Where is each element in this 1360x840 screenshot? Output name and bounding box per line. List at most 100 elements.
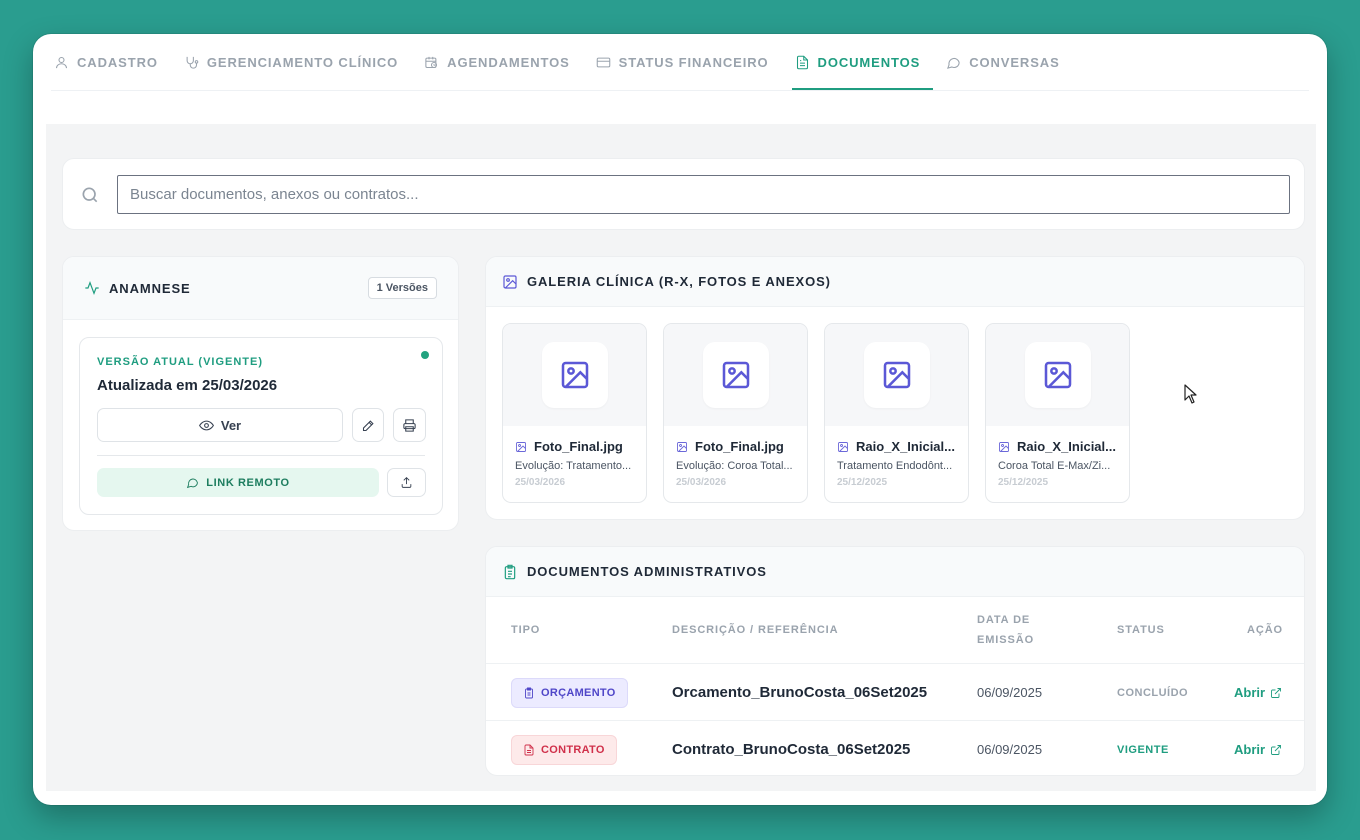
image-icon (838, 441, 848, 452)
gallery-item[interactable]: Raio_X_Inicial... Coroa Total E-Max/Zi..… (985, 323, 1130, 503)
tab-status-financeiro[interactable]: STATUS FINANCEIRO (593, 34, 782, 90)
admin-documents-title: DOCUMENTOS ADMINISTRATIVOS (527, 564, 767, 579)
current-version-card: VERSÃO ATUAL (VIGENTE) Atualizada em 25/… (79, 337, 443, 515)
table-row: CONTRATO Contrato_BrunoCosta_06Set2025 0… (486, 721, 1304, 775)
credit-card-icon (596, 57, 610, 67)
image-icon (677, 441, 687, 452)
document-icon (524, 744, 534, 755)
document-icon (796, 55, 808, 69)
admin-documents-header: DOCUMENTOS ADMINISTRATIVOS (486, 547, 1304, 597)
view-button[interactable]: Ver (97, 408, 343, 442)
printer-icon (403, 418, 416, 432)
remote-link-button[interactable]: LINK REMOTO (97, 468, 379, 497)
tab-label: STATUS FINANCEIRO (618, 54, 769, 70)
chat-bubble-icon (947, 57, 960, 69)
versions-badge: 1 Versões (367, 277, 437, 299)
open-document-link[interactable]: Abrir (1234, 721, 1282, 775)
document-description: Orcamento_BrunoCosta_06Set2025 (672, 684, 928, 701)
tab-gerenciamento-clinico[interactable]: GERENCIAMENTO CLÍNICO (181, 34, 411, 90)
image-icon (883, 361, 910, 389)
active-status-dot (421, 351, 429, 359)
tab-label: GERENCIAMENTO CLÍNICO (206, 54, 399, 70)
file-date: 25/12/2025 (837, 477, 888, 488)
image-icon (516, 441, 526, 452)
divider (97, 455, 425, 456)
user-icon (55, 56, 68, 68)
tab-documentos[interactable]: DOCUMENTOS (791, 34, 934, 90)
tab-label: DOCUMENTOS (817, 54, 921, 70)
content-area: ANAMNESE 1 Versões VERSÃO ATUAL (VIGENTE… (46, 124, 1316, 791)
image-icon (561, 361, 588, 389)
column-acao: AÇÃO (1247, 624, 1283, 636)
tab-label: AGENDAMENTOS (447, 54, 570, 70)
file-date: 25/12/2025 (998, 477, 1049, 488)
tab-cadastro[interactable]: CADASTRO (51, 34, 171, 90)
file-name: Foto_Final.jpg (515, 439, 643, 454)
thumbnail (503, 324, 646, 426)
admin-documents-card: DOCUMENTOS ADMINISTRATIVOS TIPO DESCRIÇÃ… (485, 546, 1305, 776)
search-icon (82, 187, 98, 203)
column-data-line2: EMISSÃO (977, 634, 1035, 646)
app-window: CADASTRO GERENCIAMENTO CLÍNICO AGENDAMEN… (33, 34, 1327, 805)
tab-conversas[interactable]: CONVERSAS (943, 34, 1072, 90)
eye-icon (198, 420, 214, 430)
file-date: 25/03/2026 (676, 477, 727, 488)
file-description: Tratamento Endodônt... (837, 460, 953, 472)
document-date: 06/09/2025 (977, 742, 1043, 757)
print-button[interactable] (393, 408, 426, 442)
column-tipo: TIPO (511, 624, 541, 636)
mouse-cursor-icon (1184, 384, 1197, 404)
gallery-header: GALERIA CLÍNICA (R-X, FOTOS E ANEXOS) (486, 257, 1304, 307)
type-badge-contrato: CONTRATO (511, 734, 617, 765)
file-description: Coroa Total E-Max/Zi... (998, 460, 1111, 472)
table-header: TIPO DESCRIÇÃO / REFERÊNCIA DATA DE EMIS… (486, 597, 1304, 664)
clipboard-icon (525, 687, 533, 698)
stethoscope-icon (186, 56, 199, 69)
gallery-item[interactable]: Foto_Final.jpg Evolução: Coroa Total... … (663, 323, 808, 503)
column-descricao: DESCRIÇÃO / REFERÊNCIA (672, 624, 839, 636)
updated-date: Atualizada em 25/03/2026 (97, 377, 278, 394)
table-row: ORÇAMENTO Orcamento_BrunoCosta_06Set2025… (486, 664, 1304, 721)
view-button-label: Ver (220, 417, 242, 433)
calendar-clock-icon (425, 56, 438, 68)
column-status: STATUS (1117, 624, 1165, 636)
gallery-title: GALERIA CLÍNICA (R-X, FOTOS E ANEXOS) (527, 274, 831, 289)
column-data-emissao: DATA DE EMISSÃO (977, 610, 1034, 650)
image-icon (1044, 361, 1071, 389)
file-description: Evolução: Tratamento... (515, 460, 632, 472)
gallery-tiles: Foto_Final.jpg Evolução: Tratamento... 2… (502, 323, 1130, 503)
open-document-link[interactable]: Abrir (1234, 664, 1282, 721)
type-badge-orcamento: ORÇAMENTO (511, 677, 628, 708)
thumbnail (664, 324, 807, 426)
tab-label: CADASTRO (77, 54, 158, 70)
image-icon (503, 274, 517, 289)
pencil-icon (362, 419, 374, 431)
image-icon (999, 441, 1009, 452)
file-date: 25/03/2026 (515, 477, 566, 488)
tab-bar: CADASTRO GERENCIAMENTO CLÍNICO AGENDAMEN… (51, 34, 1309, 91)
file-name: Raio_X_Inicial... (837, 439, 965, 454)
column-data-line1: DATA DE (977, 614, 1031, 626)
chat-bubble-icon (187, 478, 199, 489)
thumbnail (825, 324, 968, 426)
document-description: Contrato_BrunoCosta_06Set2025 (672, 741, 911, 758)
image-icon (722, 361, 749, 389)
search-input[interactable] (117, 175, 1290, 214)
upload-button[interactable] (387, 468, 426, 497)
anamnese-header: ANAMNESE 1 Versões (63, 257, 458, 320)
file-name: Foto_Final.jpg (676, 439, 804, 454)
edit-button[interactable] (352, 408, 384, 442)
file-description: Evolução: Coroa Total... (676, 460, 793, 472)
search-bar (62, 158, 1305, 230)
external-link-icon (1271, 687, 1282, 698)
gallery-item[interactable]: Raio_X_Inicial... Tratamento Endodônt...… (824, 323, 969, 503)
current-version-label: VERSÃO ATUAL (VIGENTE) (97, 356, 264, 368)
activity-pulse-icon (85, 280, 99, 296)
document-date: 06/09/2025 (977, 685, 1043, 700)
tab-label: CONVERSAS (969, 54, 1060, 70)
anamnese-card: ANAMNESE 1 Versões VERSÃO ATUAL (VIGENTE… (62, 256, 459, 531)
remote-link-label: LINK REMOTO (206, 476, 290, 489)
tab-agendamentos[interactable]: AGENDAMENTOS (421, 34, 583, 90)
upload-icon (401, 476, 412, 488)
gallery-item[interactable]: Foto_Final.jpg Evolução: Tratamento... 2… (502, 323, 647, 503)
